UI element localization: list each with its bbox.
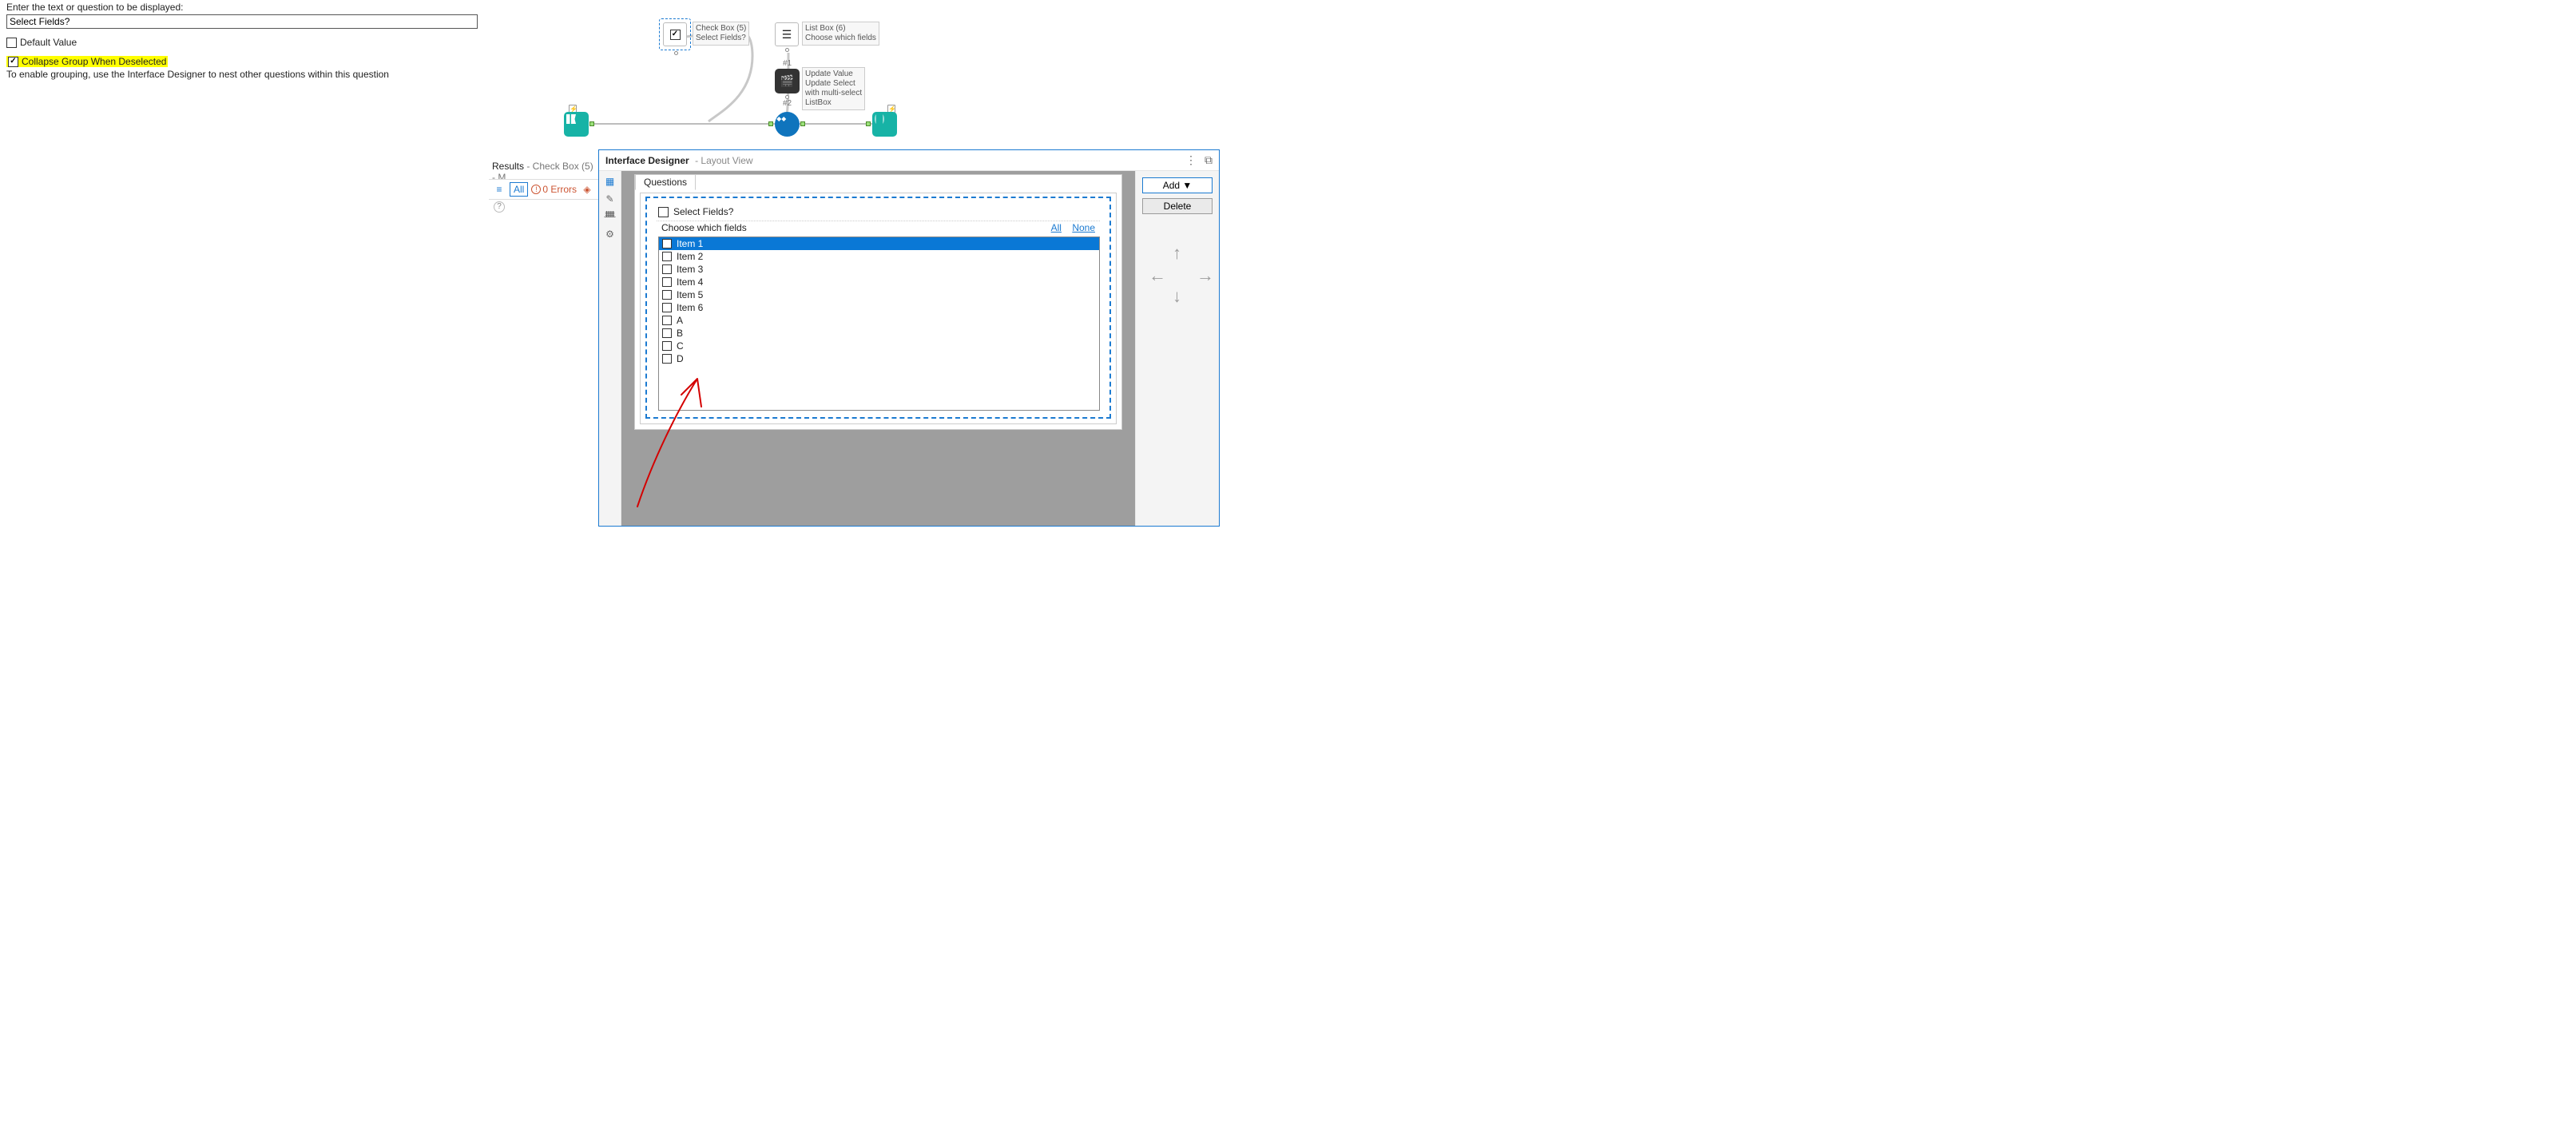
help-icon[interactable]: ? xyxy=(494,201,505,213)
fields-listbox[interactable]: Item 1 Item 2 Item 3Item 4Item 5 Item 6 ABCD xyxy=(658,237,1100,411)
list-item-checkbox[interactable] xyxy=(662,264,672,274)
default-value-row[interactable]: Default Value xyxy=(6,37,482,48)
workflow-canvas[interactable]: Check Box (5) Select Fields? ☰ List Box … xyxy=(489,0,1236,160)
list-item[interactable]: B xyxy=(659,327,1099,340)
arrow-down-icon[interactable]: ↓ xyxy=(1173,286,1181,307)
list-item-label: C xyxy=(677,340,684,352)
anchor[interactable] xyxy=(674,51,678,55)
list-item-label: A xyxy=(677,315,683,326)
list-item[interactable]: Item 1 xyxy=(659,237,1099,250)
designer-side-toolbar: ▦ ✎ ᚙ ⚙ xyxy=(599,171,621,526)
tab-questions[interactable]: Questions xyxy=(635,174,696,190)
kebab-icon[interactable]: ⋮ xyxy=(1185,153,1197,167)
collapse-row[interactable]: Collapse Group When Deselected xyxy=(6,56,168,67)
arrow-right-icon[interactable]: → xyxy=(1197,265,1214,286)
action-tag-2: #2 xyxy=(783,99,792,108)
help-text: To enable grouping, use the Interface De… xyxy=(6,69,482,80)
link-all[interactable]: All xyxy=(1051,222,1062,233)
output-port[interactable] xyxy=(589,121,594,126)
add-button[interactable]: Add ▼ xyxy=(1142,177,1213,193)
list-item-checkbox[interactable] xyxy=(662,328,672,338)
delete-button[interactable]: Delete xyxy=(1142,198,1213,214)
list-item[interactable]: Item 3 xyxy=(659,263,1099,276)
select-fields-row[interactable]: Select Fields? xyxy=(657,205,1100,221)
input-port[interactable] xyxy=(768,121,773,126)
interface-designer-window: Interface Designer - Layout View ⋮ ⧉ ▦ ✎… xyxy=(598,149,1220,527)
link-none[interactable]: None xyxy=(1072,222,1095,233)
input-tool-icon[interactable] xyxy=(564,112,589,137)
arrow-left-icon[interactable]: ← xyxy=(1149,265,1166,286)
designer-right-panel: Add ▼ Delete ↑ ← → ↓ xyxy=(1135,171,1219,526)
list-item[interactable]: C xyxy=(659,340,1099,352)
browse-tool-icon[interactable] xyxy=(872,112,897,137)
list-item[interactable]: A xyxy=(659,314,1099,327)
layout-icon[interactable]: ▦ xyxy=(605,176,614,187)
list-item-label: Item 1 xyxy=(677,238,703,249)
list-item-label: B xyxy=(677,328,683,339)
questions-panel: Questions Select Fields? Choose which fi… xyxy=(634,174,1122,430)
designer-subtitle: - Layout View xyxy=(695,155,753,166)
action-tool-icon[interactable]: 🎬 xyxy=(775,69,800,93)
collapse-checkbox[interactable] xyxy=(8,57,18,67)
checkbox-tool-label: Check Box (5) Select Fields? xyxy=(693,22,749,46)
choose-which-label: Choose which fields xyxy=(661,222,747,233)
default-value-checkbox[interactable] xyxy=(6,38,17,48)
list-item-label: D xyxy=(677,353,684,364)
list-item-checkbox[interactable] xyxy=(662,316,672,325)
wand-icon[interactable]: ✎ xyxy=(605,193,613,205)
list-item-checkbox[interactable] xyxy=(662,354,672,364)
list-item-checkbox[interactable] xyxy=(662,303,672,312)
checkbox-tool-icon xyxy=(670,30,681,40)
move-arrows: ↑ ← → ↓ xyxy=(1142,243,1213,307)
list-item[interactable]: Item 2 xyxy=(659,250,1099,263)
list-item-checkbox[interactable] xyxy=(662,290,672,300)
list-item-checkbox[interactable] xyxy=(662,252,672,261)
list-item-label: Item 2 xyxy=(677,251,703,262)
popout-icon[interactable]: ⧉ xyxy=(1205,153,1213,167)
list-item-label: Item 6 xyxy=(677,302,703,313)
list-item-checkbox[interactable] xyxy=(662,341,672,351)
collapse-label: Collapse Group When Deselected xyxy=(22,56,166,67)
arrow-up-icon[interactable]: ↑ xyxy=(1173,243,1181,264)
designer-title: Interface Designer xyxy=(605,155,689,166)
config-pane: Enter the text or question to be display… xyxy=(0,0,489,543)
list-item-checkbox[interactable] xyxy=(662,239,672,248)
list-item-label: Item 5 xyxy=(677,289,703,300)
dashed-selection[interactable]: Select Fields? Choose which fields All N… xyxy=(645,197,1111,419)
gear-icon[interactable]: ⚙ xyxy=(605,229,614,240)
list-item[interactable]: Item 6 xyxy=(659,301,1099,314)
select-fields-checkbox[interactable] xyxy=(658,207,669,217)
list-item[interactable]: Item 5 xyxy=(659,288,1099,301)
list-item-label: Item 4 xyxy=(677,276,703,288)
list-item-checkbox[interactable] xyxy=(662,277,672,287)
action-tag-1: #1 xyxy=(783,59,792,68)
anchor[interactable] xyxy=(785,48,789,52)
listbox-tool-icon[interactable]: ☰ xyxy=(775,22,799,46)
update-tool-label: Update Value Update Select with multi-se… xyxy=(802,67,865,110)
default-value-label: Default Value xyxy=(20,37,77,48)
filter-all[interactable]: All xyxy=(510,182,528,197)
results-toolbar: ≡ All !0 Errors ◈ xyxy=(489,179,601,200)
tree-icon[interactable]: ᚙ xyxy=(605,211,616,222)
list-item-label: Item 3 xyxy=(677,264,703,275)
filter-conv-errors[interactable]: ◈ xyxy=(580,182,594,197)
output-port[interactable] xyxy=(800,121,805,126)
listbox-tool-label: List Box (6) Choose which fields xyxy=(802,22,879,46)
select-tool-icon[interactable] xyxy=(775,112,800,137)
prompt-input[interactable] xyxy=(6,14,478,29)
prompt-label: Enter the text or question to be display… xyxy=(6,2,482,13)
input-port[interactable] xyxy=(866,121,871,126)
list-item[interactable]: Item 4 xyxy=(659,276,1099,288)
filter-errors[interactable]: !0 Errors xyxy=(531,184,577,195)
list-icon[interactable]: ≡ xyxy=(492,182,506,197)
select-fields-label: Select Fields? xyxy=(673,206,733,217)
list-item[interactable]: D xyxy=(659,352,1099,365)
